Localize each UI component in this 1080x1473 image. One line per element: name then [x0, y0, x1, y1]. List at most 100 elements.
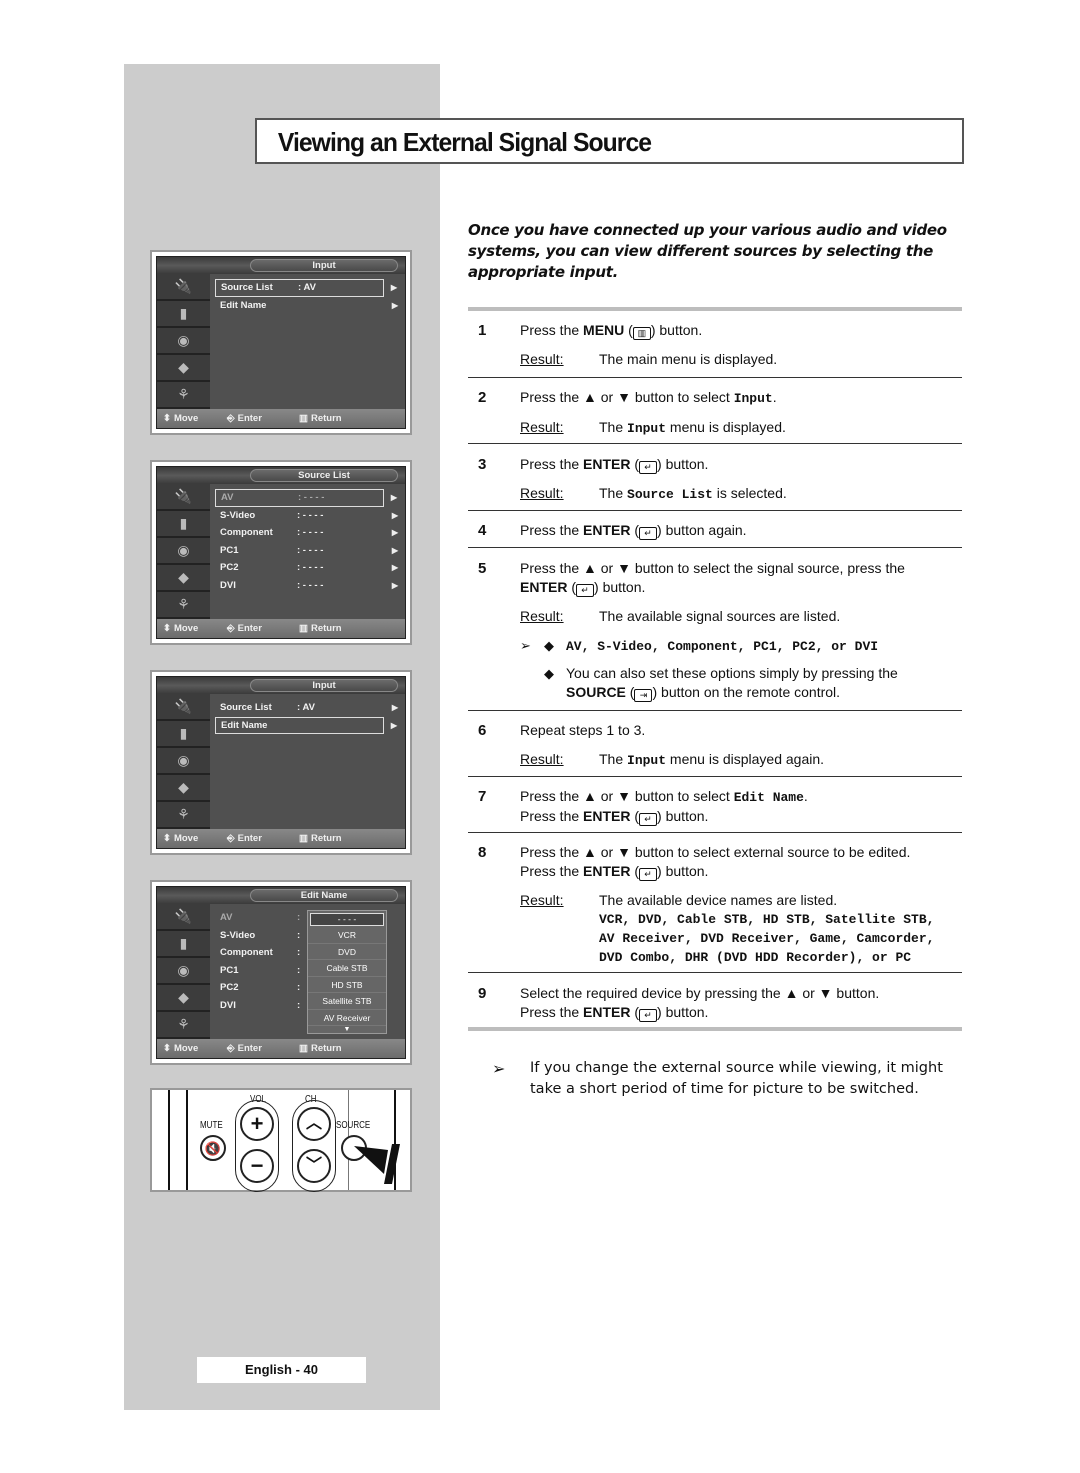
enter-icon: ↵: [639, 1009, 658, 1022]
osd-screen: Source List 🔌 ▮ ◉ ◆ ⚘ AV: - - - - ▶ S-Video: - -…: [150, 460, 412, 645]
osd-move-hint: ⬍ Move: [163, 413, 199, 424]
osd-item-value: :: [297, 929, 301, 941]
enter-icon: ⎆: [227, 413, 235, 424]
input-icon[interactable]: 🔌: [157, 904, 210, 931]
osd-menu-item[interactable]: DVI: - - - - ▶: [215, 577, 399, 595]
dropdown-option[interactable]: - - - -: [310, 913, 384, 926]
enter-icon: ↵: [639, 868, 658, 881]
ch-up-button[interactable]: ︿: [297, 1107, 331, 1141]
osd-menu-list: AV: - - - - ▶ S-Video: - - - - ▶ Component: …: [215, 489, 399, 594]
osd-item-value: : - - - -: [297, 562, 324, 573]
osd-menu-list: Source List: AV ▶ Edit Name ▶: [215, 279, 399, 314]
osd-item-label: Source List: [220, 702, 272, 713]
step-number: 8: [478, 844, 487, 861]
osd-item-value: : AV: [298, 282, 316, 293]
osd-sidebar: 🔌 ▮ ◉ ◆ ⚘: [157, 484, 210, 619]
osd-display: Input 🔌 ▮ ◉ ◆ ⚘ Source List: AV ▶ Edit Name ▶ ⬍ Mov…: [156, 256, 406, 429]
channel-icon[interactable]: ◆: [157, 775, 210, 802]
osd-item-value: :: [297, 999, 301, 1011]
setup-icon[interactable]: ⚘: [157, 1012, 210, 1039]
source-label: SOURCE: [336, 1120, 371, 1131]
osd-menu-item[interactable]: S-Video: - - - - ▶: [215, 507, 399, 525]
channel-icon[interactable]: ◆: [157, 985, 210, 1012]
updown-icon: ⬍: [163, 413, 171, 424]
setup-icon[interactable]: ⚘: [157, 382, 210, 409]
osd-menu-item[interactable]: PC2: - - - - ▶: [215, 559, 399, 577]
picture-icon[interactable]: ▮: [157, 931, 210, 958]
osd-title: Input: [250, 259, 398, 272]
input-icon[interactable]: 🔌: [157, 484, 210, 511]
osd-item-label: S-Video: [220, 509, 256, 521]
channel-icon[interactable]: ◆: [157, 355, 210, 382]
page-number: English - 40: [197, 1357, 366, 1383]
osd-item-label: Edit Name: [221, 719, 268, 731]
mute-button[interactable]: 🔇: [200, 1135, 226, 1161]
menu-icon: ▥: [299, 1043, 308, 1054]
osd-menu-item[interactable]: Source List: AV ▶: [215, 279, 397, 297]
osd-item-label: PC2: [220, 982, 239, 993]
osd-item-label: AV: [220, 912, 233, 923]
step-number: 1: [478, 322, 487, 339]
dropdown-option[interactable]: HD STB: [308, 977, 386, 993]
osd-footer: ⬍ Move ⎆ Enter ▥ Return: [157, 829, 405, 848]
osd-enter-hint: ⎆ Enter: [227, 833, 262, 844]
intro-text: Once you have connected up your various …: [468, 221, 947, 281]
divider: [468, 547, 962, 548]
dropdown-option[interactable]: Cable STB: [308, 960, 386, 977]
sound-icon[interactable]: ◉: [157, 328, 210, 355]
sound-icon[interactable]: ◉: [157, 958, 210, 985]
osd-item-value: :: [297, 982, 301, 993]
osd-move-hint: ⬍ Move: [163, 833, 199, 844]
dropdown-option[interactable]: Satellite STB: [308, 993, 386, 1010]
sound-icon[interactable]: ◉: [157, 748, 210, 775]
scroll-down-icon[interactable]: ▼: [308, 1026, 386, 1034]
note-arrow-icon: ➢: [520, 638, 531, 653]
input-icon[interactable]: 🔌: [157, 274, 210, 301]
note-arrow-icon: ➢: [492, 1059, 506, 1078]
step-number: 3: [478, 456, 487, 473]
diamond-icon: ◆: [544, 666, 554, 681]
input-icon[interactable]: 🔌: [157, 694, 210, 721]
setup-icon[interactable]: ⚘: [157, 802, 210, 829]
picture-icon[interactable]: ▮: [157, 511, 210, 538]
step-number: 6: [478, 722, 487, 739]
picture-icon[interactable]: ▮: [157, 721, 210, 748]
osd-item-label: DVI: [220, 579, 236, 591]
osd-menu-item[interactable]: Edit Name ▶: [215, 716, 397, 734]
device-name-dropdown[interactable]: - - - - VCR DVD Cable STB HD STB Satellite ST…: [307, 910, 387, 1034]
picture-icon[interactable]: ▮: [157, 301, 210, 328]
arrow-right-icon: ▶: [390, 720, 397, 730]
ch-down-button[interactable]: ﹀: [297, 1149, 331, 1183]
source-icon: ⇥: [634, 689, 653, 702]
updown-icon: ⬍: [163, 623, 171, 634]
vol-up-button[interactable]: +: [240, 1107, 274, 1141]
osd-menu-item[interactable]: Edit Name ▶: [215, 297, 399, 315]
osd-menu-item[interactable]: PC1: - - - - ▶: [215, 542, 399, 560]
dropdown-option[interactable]: DVD: [308, 944, 386, 960]
dropdown-option[interactable]: VCR: [308, 927, 386, 944]
arrow-right-icon: ▶: [391, 528, 398, 537]
vol-down-button[interactable]: −: [240, 1149, 274, 1183]
divider: [468, 510, 962, 511]
osd-enter-hint: ⎆ Enter: [227, 623, 262, 634]
osd-menu-item[interactable]: AV: - - - - ▶: [215, 489, 397, 507]
menu-icon: ▥: [299, 413, 308, 424]
osd-move-hint: ⬍ Move: [163, 623, 199, 634]
osd-menu-item[interactable]: Component: - - - - ▶: [215, 524, 399, 542]
divider: [468, 307, 962, 311]
arrow-right-icon: ▶: [391, 300, 398, 310]
osd-display: Input 🔌 ▮ ◉ ◆ ⚘ Source List: AV ▶ Edit Name ▶ ⬍ Mov…: [156, 676, 406, 849]
osd-menu-item[interactable]: Source List: AV ▶: [215, 699, 399, 717]
page-title: Viewing an External Signal Source: [277, 127, 652, 157]
menu-icon: ▥: [632, 327, 651, 340]
osd-footer: ⬍ Move ⎆ Enter ▥ Return: [157, 1039, 405, 1058]
enter-icon: ⎆: [227, 833, 235, 844]
sound-icon[interactable]: ◉: [157, 538, 210, 565]
arrow-right-icon: ▶: [391, 510, 398, 520]
setup-icon[interactable]: ⚘: [157, 592, 210, 619]
osd-item-label: PC2: [220, 562, 239, 573]
channel-icon[interactable]: ◆: [157, 565, 210, 592]
arrow-right-icon: ▶: [391, 545, 398, 555]
dropdown-option[interactable]: AV Receiver: [308, 1010, 386, 1026]
osd-screen: Input 🔌 ▮ ◉ ◆ ⚘ Source List: AV ▶ Edit Name ▶ ⬍ Mov…: [150, 250, 412, 435]
